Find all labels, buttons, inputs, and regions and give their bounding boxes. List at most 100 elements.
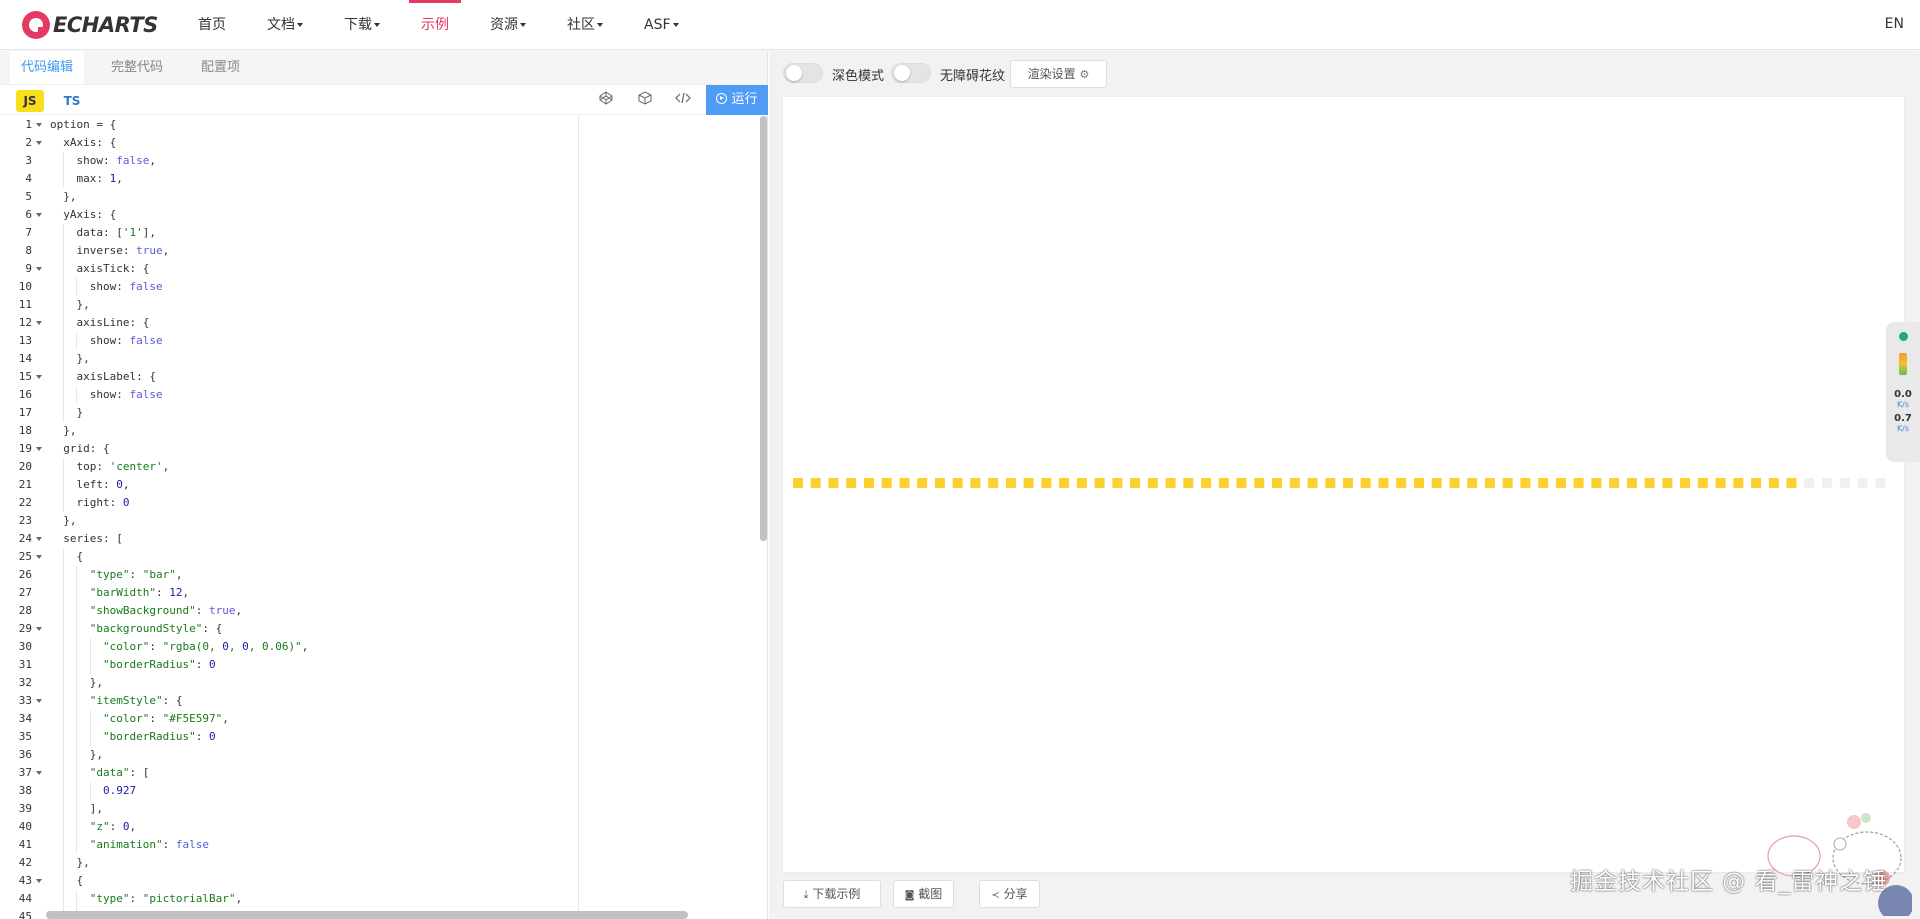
progress-block-filled bbox=[934, 478, 945, 488]
progress-block-filled bbox=[1076, 478, 1087, 488]
progress-block-filled bbox=[1094, 478, 1105, 488]
horizontal-scrollbar[interactable] bbox=[46, 911, 688, 919]
editor-tab-0[interactable]: 代码编辑 bbox=[10, 51, 85, 84]
progress-block-filled bbox=[1218, 478, 1229, 488]
screenshot-button[interactable]: ◙ 截图 bbox=[893, 880, 954, 908]
code-line: left: 0, bbox=[50, 476, 578, 494]
network-speed-widget[interactable]: 0.0 K/s 0.7 K/s bbox=[1886, 322, 1920, 462]
run-button[interactable]: 运行 bbox=[706, 85, 768, 115]
progress-block-filled bbox=[1555, 478, 1566, 488]
chart-container[interactable] bbox=[783, 97, 1904, 872]
code-line: right: 0 bbox=[50, 494, 578, 512]
progress-block-filled bbox=[1609, 478, 1620, 488]
code-text[interactable]: option = { xAxis: { show: false, max: 1,… bbox=[50, 116, 578, 919]
upload-speed-value: 0.0 bbox=[1894, 389, 1912, 400]
code-line: "barWidth": 12, bbox=[50, 584, 578, 602]
line-number: 42 bbox=[18, 856, 32, 869]
progress-block-filled bbox=[970, 478, 981, 488]
editor-tabs: 代码编辑 完整代码 配置项 bbox=[0, 51, 767, 85]
lang-ts-button[interactable]: TS bbox=[58, 90, 86, 112]
code-line: axisLabel: { bbox=[50, 368, 578, 386]
gear-icon: ⚙ bbox=[1079, 68, 1090, 81]
progress-block-filled bbox=[1449, 478, 1460, 488]
progress-block-filled bbox=[1201, 478, 1212, 488]
progress-block-filled bbox=[1396, 478, 1407, 488]
code-line: option = { bbox=[50, 118, 117, 131]
line-number: 43 bbox=[0, 872, 46, 890]
code-area[interactable]: 1 2 3 4 5 6 7 8 9 10 11 12 13 14 15 16 17 18 19 20 21 22 23 24 2… bbox=[0, 116, 768, 919]
line-number: 19 bbox=[0, 440, 46, 458]
render-settings-button[interactable]: 渲染设置 ⚙ bbox=[1010, 60, 1107, 88]
nav-item-0[interactable]: 首页 bbox=[198, 0, 226, 50]
code-line: show: false, bbox=[50, 152, 578, 170]
line-number: 44 bbox=[18, 892, 32, 905]
progress-block-filled bbox=[1662, 478, 1673, 488]
progress-block-filled bbox=[1626, 478, 1637, 488]
editor-tab-2[interactable]: 配置项 bbox=[190, 51, 251, 84]
editor-tab-1[interactable]: 完整代码 bbox=[100, 51, 174, 84]
decal-toggle[interactable] bbox=[891, 63, 931, 83]
progress-block-filled bbox=[1112, 478, 1123, 488]
code-line: max: 1, bbox=[50, 170, 578, 188]
line-number: 38 bbox=[18, 784, 32, 797]
line-number: 11 bbox=[18, 298, 32, 311]
code-format-icon[interactable] bbox=[674, 91, 692, 109]
caret-down-icon bbox=[672, 23, 679, 27]
progress-block-empty bbox=[1822, 478, 1832, 488]
progress-block-filled bbox=[1680, 478, 1691, 488]
code-line: show: false bbox=[50, 278, 578, 296]
progress-block-filled bbox=[952, 478, 963, 488]
code-line: axisTick: { bbox=[50, 260, 578, 278]
share-button[interactable]: ≺ 分享 bbox=[979, 880, 1040, 908]
code-line: "animation": false bbox=[50, 836, 578, 854]
nav-item-1[interactable]: 文档 bbox=[267, 0, 303, 50]
line-number: 1 bbox=[0, 116, 46, 134]
line-number: 24 bbox=[0, 530, 46, 548]
nav-item-3[interactable]: 示例 bbox=[409, 0, 461, 50]
line-number: 5 bbox=[25, 190, 32, 203]
language-switch[interactable]: EN bbox=[1885, 16, 1904, 32]
code-line: "type": "bar", bbox=[50, 566, 578, 584]
progress-block-filled bbox=[1325, 478, 1336, 488]
line-number: 41 bbox=[18, 838, 32, 851]
code-line: "data": [ bbox=[50, 764, 578, 782]
code-line: }, bbox=[50, 674, 578, 692]
editor-toolbar: JS TS 运行 bbox=[0, 85, 768, 115]
progress-block-filled bbox=[1041, 478, 1052, 488]
line-number: 7 bbox=[25, 226, 32, 239]
nav-item-6[interactable]: ASF bbox=[644, 0, 679, 50]
vertical-scrollbar[interactable] bbox=[760, 116, 767, 541]
codesandbox-icon[interactable] bbox=[636, 91, 654, 109]
nav-item-5[interactable]: 社区 bbox=[567, 0, 603, 50]
line-number: 18 bbox=[18, 424, 32, 437]
logo-text: ECHARTS bbox=[53, 13, 158, 37]
code-line: "showBackground": true, bbox=[50, 602, 578, 620]
line-number: 8 bbox=[25, 244, 32, 257]
progress-block-filled bbox=[1697, 478, 1708, 488]
code-line: yAxis: { bbox=[50, 208, 117, 221]
progress-block-filled bbox=[988, 478, 999, 488]
download-example-button[interactable]: ⤓ 下载示例 bbox=[783, 880, 881, 908]
dark-mode-toggle[interactable] bbox=[783, 63, 823, 83]
line-number: 12 bbox=[0, 314, 46, 332]
code-line: }, bbox=[50, 854, 578, 872]
nav-item-label: 首页 bbox=[198, 17, 226, 33]
progress-block-filled bbox=[1484, 478, 1495, 488]
line-number: 28 bbox=[18, 604, 32, 617]
lang-js-button[interactable]: JS bbox=[16, 90, 44, 112]
line-number: 33 bbox=[0, 692, 46, 710]
line-number: 34 bbox=[18, 712, 32, 725]
progress-block-filled bbox=[1183, 478, 1194, 488]
line-number: 32 bbox=[18, 676, 32, 689]
echarts-logo[interactable]: ECHARTS bbox=[22, 11, 158, 39]
nav-item-4[interactable]: 资源 bbox=[490, 0, 526, 50]
progress-block-filled bbox=[1378, 478, 1389, 488]
codepen-icon[interactable] bbox=[597, 91, 615, 109]
line-number: 2 bbox=[0, 134, 46, 152]
progress-block-filled bbox=[846, 478, 857, 488]
code-line: data: ['1'], bbox=[50, 224, 578, 242]
code-line: }, bbox=[50, 746, 578, 764]
progress-block-filled bbox=[1538, 478, 1549, 488]
status-dot-icon bbox=[1898, 332, 1908, 341]
nav-item-2[interactable]: 下载 bbox=[344, 0, 380, 50]
